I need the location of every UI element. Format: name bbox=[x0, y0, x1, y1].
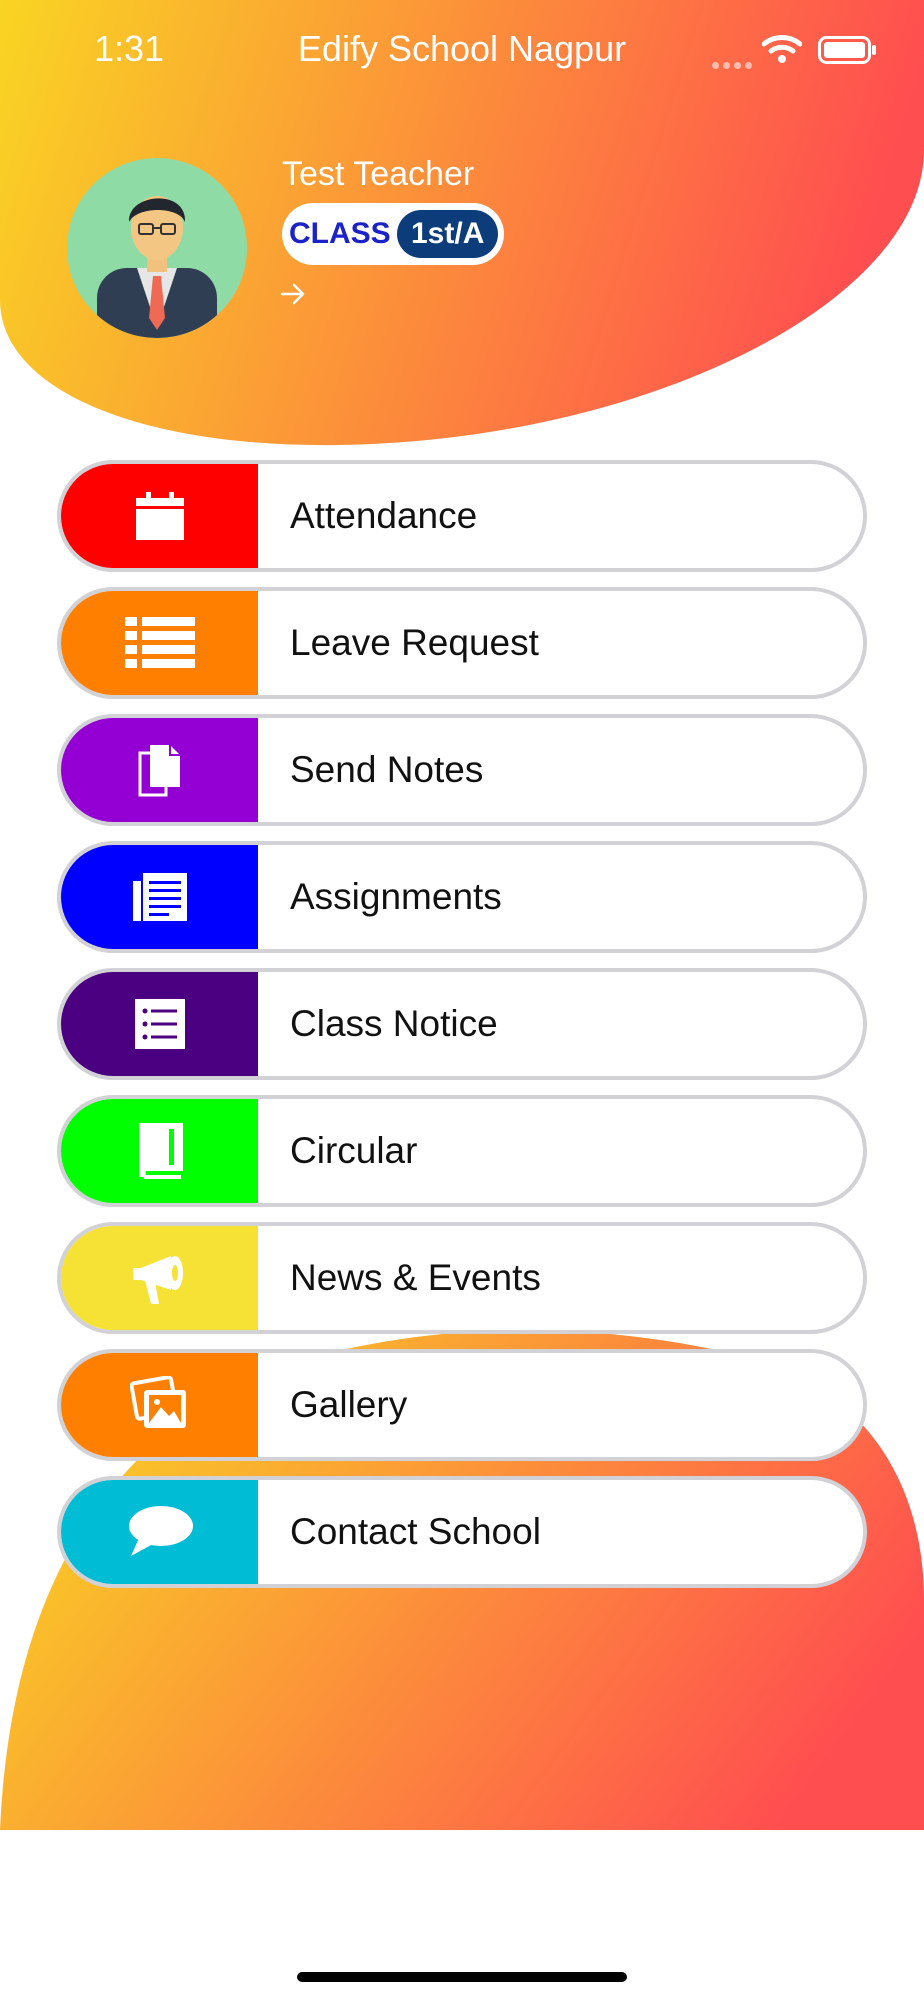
list-icon bbox=[124, 617, 195, 668]
book-icon bbox=[138, 1123, 183, 1179]
newspaper-icon bbox=[132, 873, 187, 921]
arrow-right-icon[interactable] bbox=[280, 282, 306, 306]
teacher-avatar-icon[interactable] bbox=[67, 158, 247, 338]
menu-label-leave-request: Leave Request bbox=[290, 622, 539, 663]
menu-item-leave-request[interactable]: Leave Request bbox=[57, 587, 867, 699]
class-badge: CLASS 1st/A bbox=[282, 203, 504, 265]
notice-list-icon bbox=[134, 999, 185, 1049]
megaphone-icon bbox=[132, 1256, 183, 1304]
class-value: 1st/A bbox=[397, 210, 499, 258]
menu-icon-block bbox=[61, 972, 258, 1076]
teacher-name: Test Teacher bbox=[282, 155, 475, 193]
wifi-icon bbox=[762, 35, 802, 63]
battery-icon bbox=[818, 36, 876, 64]
menu-label-class-notice: Class Notice bbox=[290, 1003, 498, 1044]
menu-label-circular: Circular bbox=[290, 1130, 418, 1171]
status-bar: 1:31 Edify School Nagpur bbox=[0, 0, 924, 100]
menu-label-news-events: News & Events bbox=[290, 1257, 541, 1298]
class-label: CLASS bbox=[289, 217, 391, 250]
menu-icon-block bbox=[61, 1353, 258, 1457]
menu-icon-block bbox=[61, 1226, 258, 1330]
menu-label-assignments: Assignments bbox=[290, 876, 502, 917]
menu-label-contact-school: Contact School bbox=[290, 1511, 541, 1552]
menu-item-news-events[interactable]: News & Events bbox=[57, 1222, 867, 1334]
menu-icon-block bbox=[61, 845, 258, 949]
menu-label-attendance: Attendance bbox=[290, 495, 478, 536]
menu-item-gallery[interactable]: Gallery bbox=[57, 1349, 867, 1461]
menu-icon-block bbox=[61, 718, 258, 822]
menu-icon-block bbox=[61, 1480, 258, 1584]
gallery-icon bbox=[129, 1376, 186, 1428]
menu-icon-block bbox=[61, 591, 258, 695]
home-indicator[interactable] bbox=[297, 1972, 627, 1982]
menu-item-contact-school[interactable]: Contact School bbox=[57, 1476, 867, 1588]
menu-label-send-notes: Send Notes bbox=[290, 749, 484, 790]
calendar-icon bbox=[135, 492, 184, 540]
menu-item-class-notice[interactable]: Class Notice bbox=[57, 968, 867, 1080]
menu-item-attendance[interactable]: Attendance bbox=[57, 460, 867, 572]
menu-icon-block bbox=[61, 464, 258, 568]
menu-label-gallery: Gallery bbox=[290, 1384, 408, 1425]
menu-item-assignments[interactable]: Assignments bbox=[57, 841, 867, 953]
menu-item-circular[interactable]: Circular bbox=[57, 1095, 867, 1207]
cellular-signal-icon bbox=[712, 56, 756, 74]
menu-item-send-notes[interactable]: Send Notes bbox=[57, 714, 867, 826]
chat-bubble-icon bbox=[128, 1506, 193, 1556]
documents-icon bbox=[138, 745, 180, 797]
menu-icon-block bbox=[61, 1099, 258, 1203]
